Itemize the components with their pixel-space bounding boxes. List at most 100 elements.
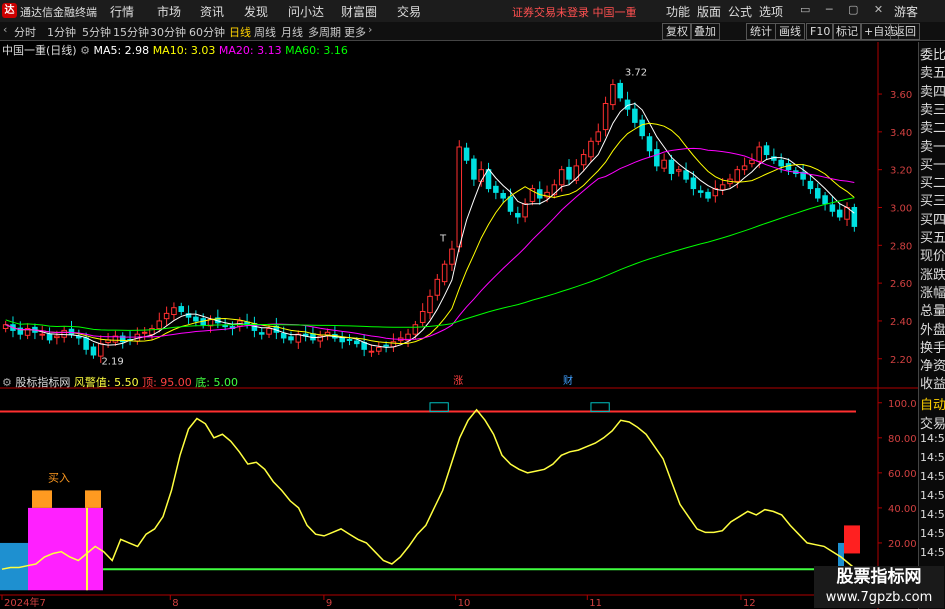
sidebar-item: 14:56 xyxy=(920,450,945,464)
candle-body xyxy=(814,188,821,199)
menu-quotes[interactable]: 行情 xyxy=(110,3,134,20)
sidebar-item: 现价 xyxy=(920,249,945,265)
candle-body xyxy=(756,146,762,162)
candle-body xyxy=(76,335,82,339)
tab-60min[interactable]: 60分钟 xyxy=(189,24,225,40)
marker-t: T xyxy=(439,234,447,245)
menu-news[interactable]: 资讯 xyxy=(200,3,224,20)
candle-body xyxy=(515,213,521,218)
candle-body xyxy=(354,340,360,345)
tab-15min[interactable]: 15分钟 xyxy=(113,24,149,40)
tab-1min[interactable]: 1分钟 xyxy=(47,24,76,40)
candle-body xyxy=(807,180,814,190)
buy-marker xyxy=(85,490,101,508)
signal-block xyxy=(844,525,860,554)
indicator-tick-label: 60.00 xyxy=(888,469,917,480)
sidebar-item: 14:56 xyxy=(920,431,945,445)
candle-body xyxy=(346,338,353,341)
sidebar-item: 交易 xyxy=(920,416,945,432)
menu-discover[interactable]: 发现 xyxy=(244,3,268,20)
candle-body xyxy=(785,163,792,171)
price-tick-label: 3.00 xyxy=(890,203,912,214)
candle-body xyxy=(632,108,638,123)
high-label: 3.72 xyxy=(625,67,647,78)
back-button[interactable]: 返回 xyxy=(890,23,920,40)
sidebar-item: 14:56 xyxy=(920,507,945,521)
stats-button[interactable]: 统计 xyxy=(746,23,776,40)
buy-marker xyxy=(32,490,52,508)
sidebar-item: 外盘 xyxy=(920,322,945,338)
chevron-left-icon[interactable]: ‹ xyxy=(3,23,7,36)
menu-options[interactable]: 选项 xyxy=(759,3,783,20)
sidebar-item: 买二 xyxy=(920,176,945,192)
sidebar-item: 买一 xyxy=(920,157,945,173)
mark-button[interactable]: 标记 xyxy=(832,23,862,40)
menu-ask[interactable]: 问小达 xyxy=(288,3,324,20)
low-label: 2.19 xyxy=(101,357,123,368)
sidebar-item[interactable]: 自动 xyxy=(920,394,945,413)
candle-body xyxy=(178,306,185,312)
candle-body xyxy=(456,146,463,248)
tab-intraday[interactable]: 分时 xyxy=(14,24,36,40)
candle-body xyxy=(471,158,477,180)
candle-body xyxy=(719,184,726,191)
candle-body xyxy=(61,329,67,338)
indicator-tick-label: 40.00 xyxy=(888,504,917,515)
time-tick-label: 2024年7 xyxy=(4,596,46,609)
indicator-tick-label: 80.00 xyxy=(888,434,917,445)
menu-wealth[interactable]: 财富圈 xyxy=(341,3,377,20)
tab-monthly[interactable]: 月线 xyxy=(281,24,303,40)
price-tick-label: 2.20 xyxy=(890,355,912,366)
candle-body xyxy=(163,312,170,320)
candle-body xyxy=(46,333,53,341)
indicator-tick-label: 20.00 xyxy=(888,539,917,550)
chart-canvas[interactable]: 3.72 2.19 T 涨 财 买入 3.60 3.40 3.20 3.00 2.80 2.60 2… xyxy=(0,42,918,609)
window-controls[interactable]: ▭ ─ ▢ ✕ xyxy=(800,3,889,16)
tab-more[interactable]: 更多 xyxy=(344,24,366,40)
sidebar-item: 换手 xyxy=(920,340,945,356)
candle-body xyxy=(661,159,667,169)
candle-body xyxy=(193,316,199,322)
draw-button[interactable]: 画线 xyxy=(775,23,805,40)
f10-button[interactable]: F10 xyxy=(806,23,835,40)
menu-market[interactable]: 市场 xyxy=(157,3,181,20)
candle-body xyxy=(683,170,689,180)
candle-body xyxy=(617,82,623,99)
candle-body xyxy=(595,131,602,142)
candle-body xyxy=(98,343,104,357)
signal-box xyxy=(429,402,449,413)
candle-body xyxy=(288,336,294,341)
buy-label: 买入 xyxy=(48,472,70,485)
period-toolbar: ‹ 分时 1分钟 5分钟 15分钟 30分钟 60分钟 日线 周线 月线 多周期… xyxy=(0,22,945,41)
tab-30min[interactable]: 30分钟 xyxy=(150,24,186,40)
tab-5min[interactable]: 5分钟 xyxy=(82,24,111,40)
sidebar-item: 卖三 xyxy=(920,102,945,118)
candle-body xyxy=(588,140,594,158)
price-tick-label: 2.80 xyxy=(890,241,912,252)
tab-daily[interactable]: 日线 xyxy=(229,24,251,40)
sidebar-item: 收益 xyxy=(920,377,945,393)
menu-function[interactable]: 功能 xyxy=(666,3,690,20)
menu-layout[interactable]: 版面 xyxy=(697,3,721,20)
chevron-right-icon[interactable]: › xyxy=(368,23,372,36)
login-notice: 证券交易未登录 中国一重 xyxy=(512,6,637,19)
indicator-tick-label: 100.0 xyxy=(888,399,917,410)
price-tick-label: 3.60 xyxy=(890,90,912,101)
menu-trade[interactable]: 交易 xyxy=(397,3,421,20)
candle-body xyxy=(449,248,455,265)
tab-multi-period[interactable]: 多周期 xyxy=(308,24,341,40)
watermark-title: 股票指标网 xyxy=(814,566,944,588)
time-tick-label: 12 xyxy=(743,598,756,609)
overlay-button[interactable]: 叠加 xyxy=(690,23,720,40)
adjust-button[interactable]: 复权 xyxy=(662,23,692,40)
candle-body xyxy=(675,169,682,172)
candle-body xyxy=(778,159,784,167)
sidebar-item: 卖一 xyxy=(920,139,945,155)
sidebar-item: 涨幅 xyxy=(920,285,945,301)
sidebar-item: 委比 xyxy=(920,48,945,63)
tab-weekly[interactable]: 周线 xyxy=(254,24,276,40)
watermark-url: www.7gpzb.com xyxy=(814,588,944,608)
menu-formula[interactable]: 公式 xyxy=(728,3,752,20)
guest-button[interactable]: 游客 xyxy=(894,3,918,20)
price-tick-label: 2.60 xyxy=(890,279,912,290)
